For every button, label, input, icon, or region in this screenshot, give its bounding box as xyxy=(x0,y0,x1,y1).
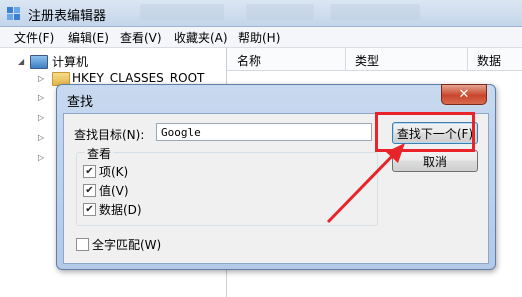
checkbox-data[interactable]: ✔ xyxy=(83,203,96,216)
look-at-group: 查看 ✔ 项(K) ✔ 值(V) ✔ 数据(D) xyxy=(76,145,378,226)
expand-arrow-icon[interactable]: ▷ xyxy=(38,113,44,122)
blurred-title-text xyxy=(140,4,420,20)
expand-arrow-icon[interactable]: ▷ xyxy=(38,93,44,102)
menu-help[interactable]: 帮助(H) xyxy=(238,29,280,46)
title-bar: 注册表编辑器 xyxy=(0,0,522,27)
menu-view[interactable]: 查看(V) xyxy=(120,29,162,46)
highlight-box xyxy=(375,112,475,152)
checkbox-data-label[interactable]: 数据(D) xyxy=(99,201,142,218)
expand-arrow-icon[interactable]: ▷ xyxy=(38,153,44,162)
column-divider[interactable] xyxy=(467,48,468,70)
checkbox-keys-label[interactable]: 项(K) xyxy=(99,163,128,180)
checkbox-values[interactable]: ✔ xyxy=(83,184,96,197)
tree-key-hkcr[interactable]: HKEY_CLASSES_ROOT xyxy=(72,71,204,85)
look-at-title: 查看 xyxy=(85,145,114,162)
regedit-icon xyxy=(7,7,20,20)
expand-arrow-icon[interactable]: ▷ xyxy=(38,74,44,83)
expand-arrow-icon[interactable]: ▷ xyxy=(38,133,44,142)
tree-root-computer[interactable]: 计算机 xyxy=(52,53,88,70)
menu-favorites[interactable]: 收藏夹(A) xyxy=(174,29,228,46)
menu-file[interactable]: 文件(F) xyxy=(14,29,54,46)
close-icon[interactable]: ✕ xyxy=(441,84,487,105)
dialog-title: 查找 xyxy=(67,95,94,110)
column-data[interactable]: 数据 xyxy=(477,52,501,69)
find-what-input[interactable]: Google xyxy=(156,123,372,141)
menu-bar: 文件(F) 编辑(E) 查看(V) 收藏夹(A) 帮助(H) xyxy=(0,27,522,48)
checkbox-match-whole-label[interactable]: 全字匹配(W) xyxy=(92,236,161,253)
menu-edit[interactable]: 编辑(E) xyxy=(68,29,109,46)
checkbox-values-label[interactable]: 值(V) xyxy=(99,182,129,199)
checkbox-keys[interactable]: ✔ xyxy=(83,165,96,178)
column-type[interactable]: 类型 xyxy=(355,52,379,69)
column-divider[interactable] xyxy=(345,48,346,70)
window-title: 注册表编辑器 xyxy=(28,9,107,24)
cancel-button[interactable]: 取消 xyxy=(392,150,478,172)
list-header: 名称 类型 数据 xyxy=(227,48,522,71)
collapse-arrow-icon[interactable]: ◢ xyxy=(18,57,24,66)
computer-icon xyxy=(30,55,48,69)
find-what-label: 查找目标(N): xyxy=(74,128,145,142)
column-name[interactable]: 名称 xyxy=(237,52,261,69)
checkbox-match-whole[interactable] xyxy=(76,238,89,251)
